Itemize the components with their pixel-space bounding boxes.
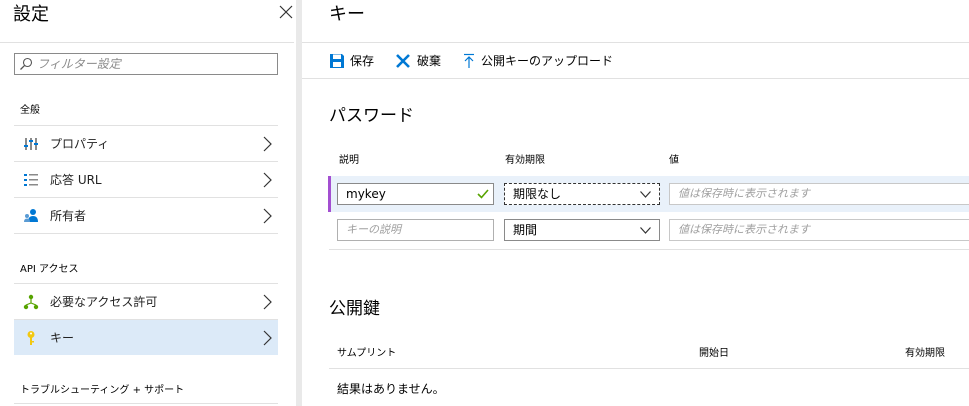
section-title-troubleshooting: トラブルシューティング + サポート — [20, 385, 185, 396]
section-title-general: 全般 — [20, 105, 40, 116]
keys-title: キー — [329, 4, 365, 25]
row-edit-indicator — [328, 176, 331, 212]
nav-item-label: プロパティ — [50, 137, 110, 151]
nav-divider — [14, 233, 278, 234]
column-header-public-expires: 有効期限 — [905, 348, 945, 359]
nav-item-label: 必要なアクセス許可 — [50, 295, 158, 309]
expires-value: 期限なし — [513, 187, 562, 201]
search-icon — [20, 57, 33, 70]
new-description-input[interactable]: キーの説明 — [337, 219, 494, 241]
nav-item-reply-urls[interactable]: 応答 URL — [14, 161, 278, 197]
description-input[interactable]: mykey — [337, 183, 494, 205]
chevron-right-icon — [263, 172, 272, 188]
checkmark-icon — [477, 189, 489, 199]
properties-icon — [24, 138, 38, 150]
chevron-down-icon — [640, 227, 651, 234]
nav-item-label: キー — [50, 331, 75, 345]
expires-value: 期間 — [513, 223, 538, 237]
value-placeholder: 値は保存時に表示されます — [678, 187, 810, 200]
discard-label: 破棄 — [417, 54, 442, 68]
description-value: mykey — [346, 187, 386, 201]
save-label: 保存 — [350, 54, 375, 68]
upload-label: 公開キーのアップロード — [481, 54, 614, 68]
public-keys-heading: 公開鍵 — [329, 299, 380, 319]
chevron-right-icon — [263, 136, 272, 152]
passwords-heading: パスワード — [329, 106, 414, 126]
owners-icon — [24, 209, 38, 222]
list-icon — [24, 174, 38, 186]
row-divider — [329, 249, 969, 250]
keys-blade: キー 保存 破棄 公開キーのアップロード パスワード 説明 有効期限 値 myk… — [302, 0, 969, 406]
upload-public-key-button[interactable]: 公開キーのアップロード — [461, 51, 613, 71]
column-header-value: 値 — [669, 155, 679, 166]
title-divider — [302, 42, 969, 43]
value-placeholder: 値は保存時に表示されます — [678, 223, 810, 236]
column-header-description: 説明 — [339, 155, 359, 166]
new-expires-select[interactable]: 期間 — [504, 219, 660, 241]
chevron-right-icon — [263, 294, 272, 310]
description-placeholder: キーの説明 — [346, 223, 401, 236]
nav-divider — [14, 403, 278, 404]
chevron-down-icon — [640, 191, 651, 198]
close-icon[interactable] — [279, 5, 293, 19]
permissions-icon — [23, 294, 39, 310]
close-icon — [396, 54, 410, 68]
save-icon — [330, 54, 344, 68]
title-divider — [0, 42, 294, 43]
key-icon — [27, 331, 35, 345]
settings-title: 設定 — [13, 4, 49, 25]
column-header-start-date: 開始日 — [699, 348, 729, 359]
filter-box[interactable] — [14, 53, 278, 75]
toolbar-divider — [302, 78, 969, 79]
app-root: 設定 全般 プロパティ — [0, 0, 969, 406]
column-header-expires: 有効期限 — [505, 155, 545, 166]
settings-blade: 設定 全般 プロパティ — [0, 0, 294, 406]
filter-input[interactable] — [37, 55, 273, 73]
new-value-field: 値は保存時に表示されます — [669, 219, 969, 241]
chevron-right-icon — [263, 330, 272, 346]
save-button[interactable]: 保存 — [329, 51, 379, 71]
section-title-api-access: API アクセス — [20, 264, 79, 275]
chevron-right-icon — [263, 208, 272, 224]
nav-item-owners[interactable]: 所有者 — [14, 197, 278, 233]
value-field: 値は保存時に表示されます — [669, 183, 969, 205]
empty-message: 結果はありません。 — [337, 382, 445, 396]
nav-item-properties[interactable]: プロパティ — [14, 125, 278, 161]
header-divider — [329, 368, 969, 369]
nav-item-keys[interactable]: キー — [14, 319, 278, 355]
nav-item-label: 応答 URL — [50, 173, 102, 187]
expires-select[interactable]: 期限なし — [504, 183, 660, 205]
discard-button[interactable]: 破棄 — [395, 51, 445, 71]
column-header-thumbprint: サムプリント — [337, 348, 397, 359]
nav-item-label: 所有者 — [50, 209, 87, 223]
nav-item-required-permissions[interactable]: 必要なアクセス許可 — [14, 283, 278, 319]
upload-icon — [464, 53, 474, 68]
